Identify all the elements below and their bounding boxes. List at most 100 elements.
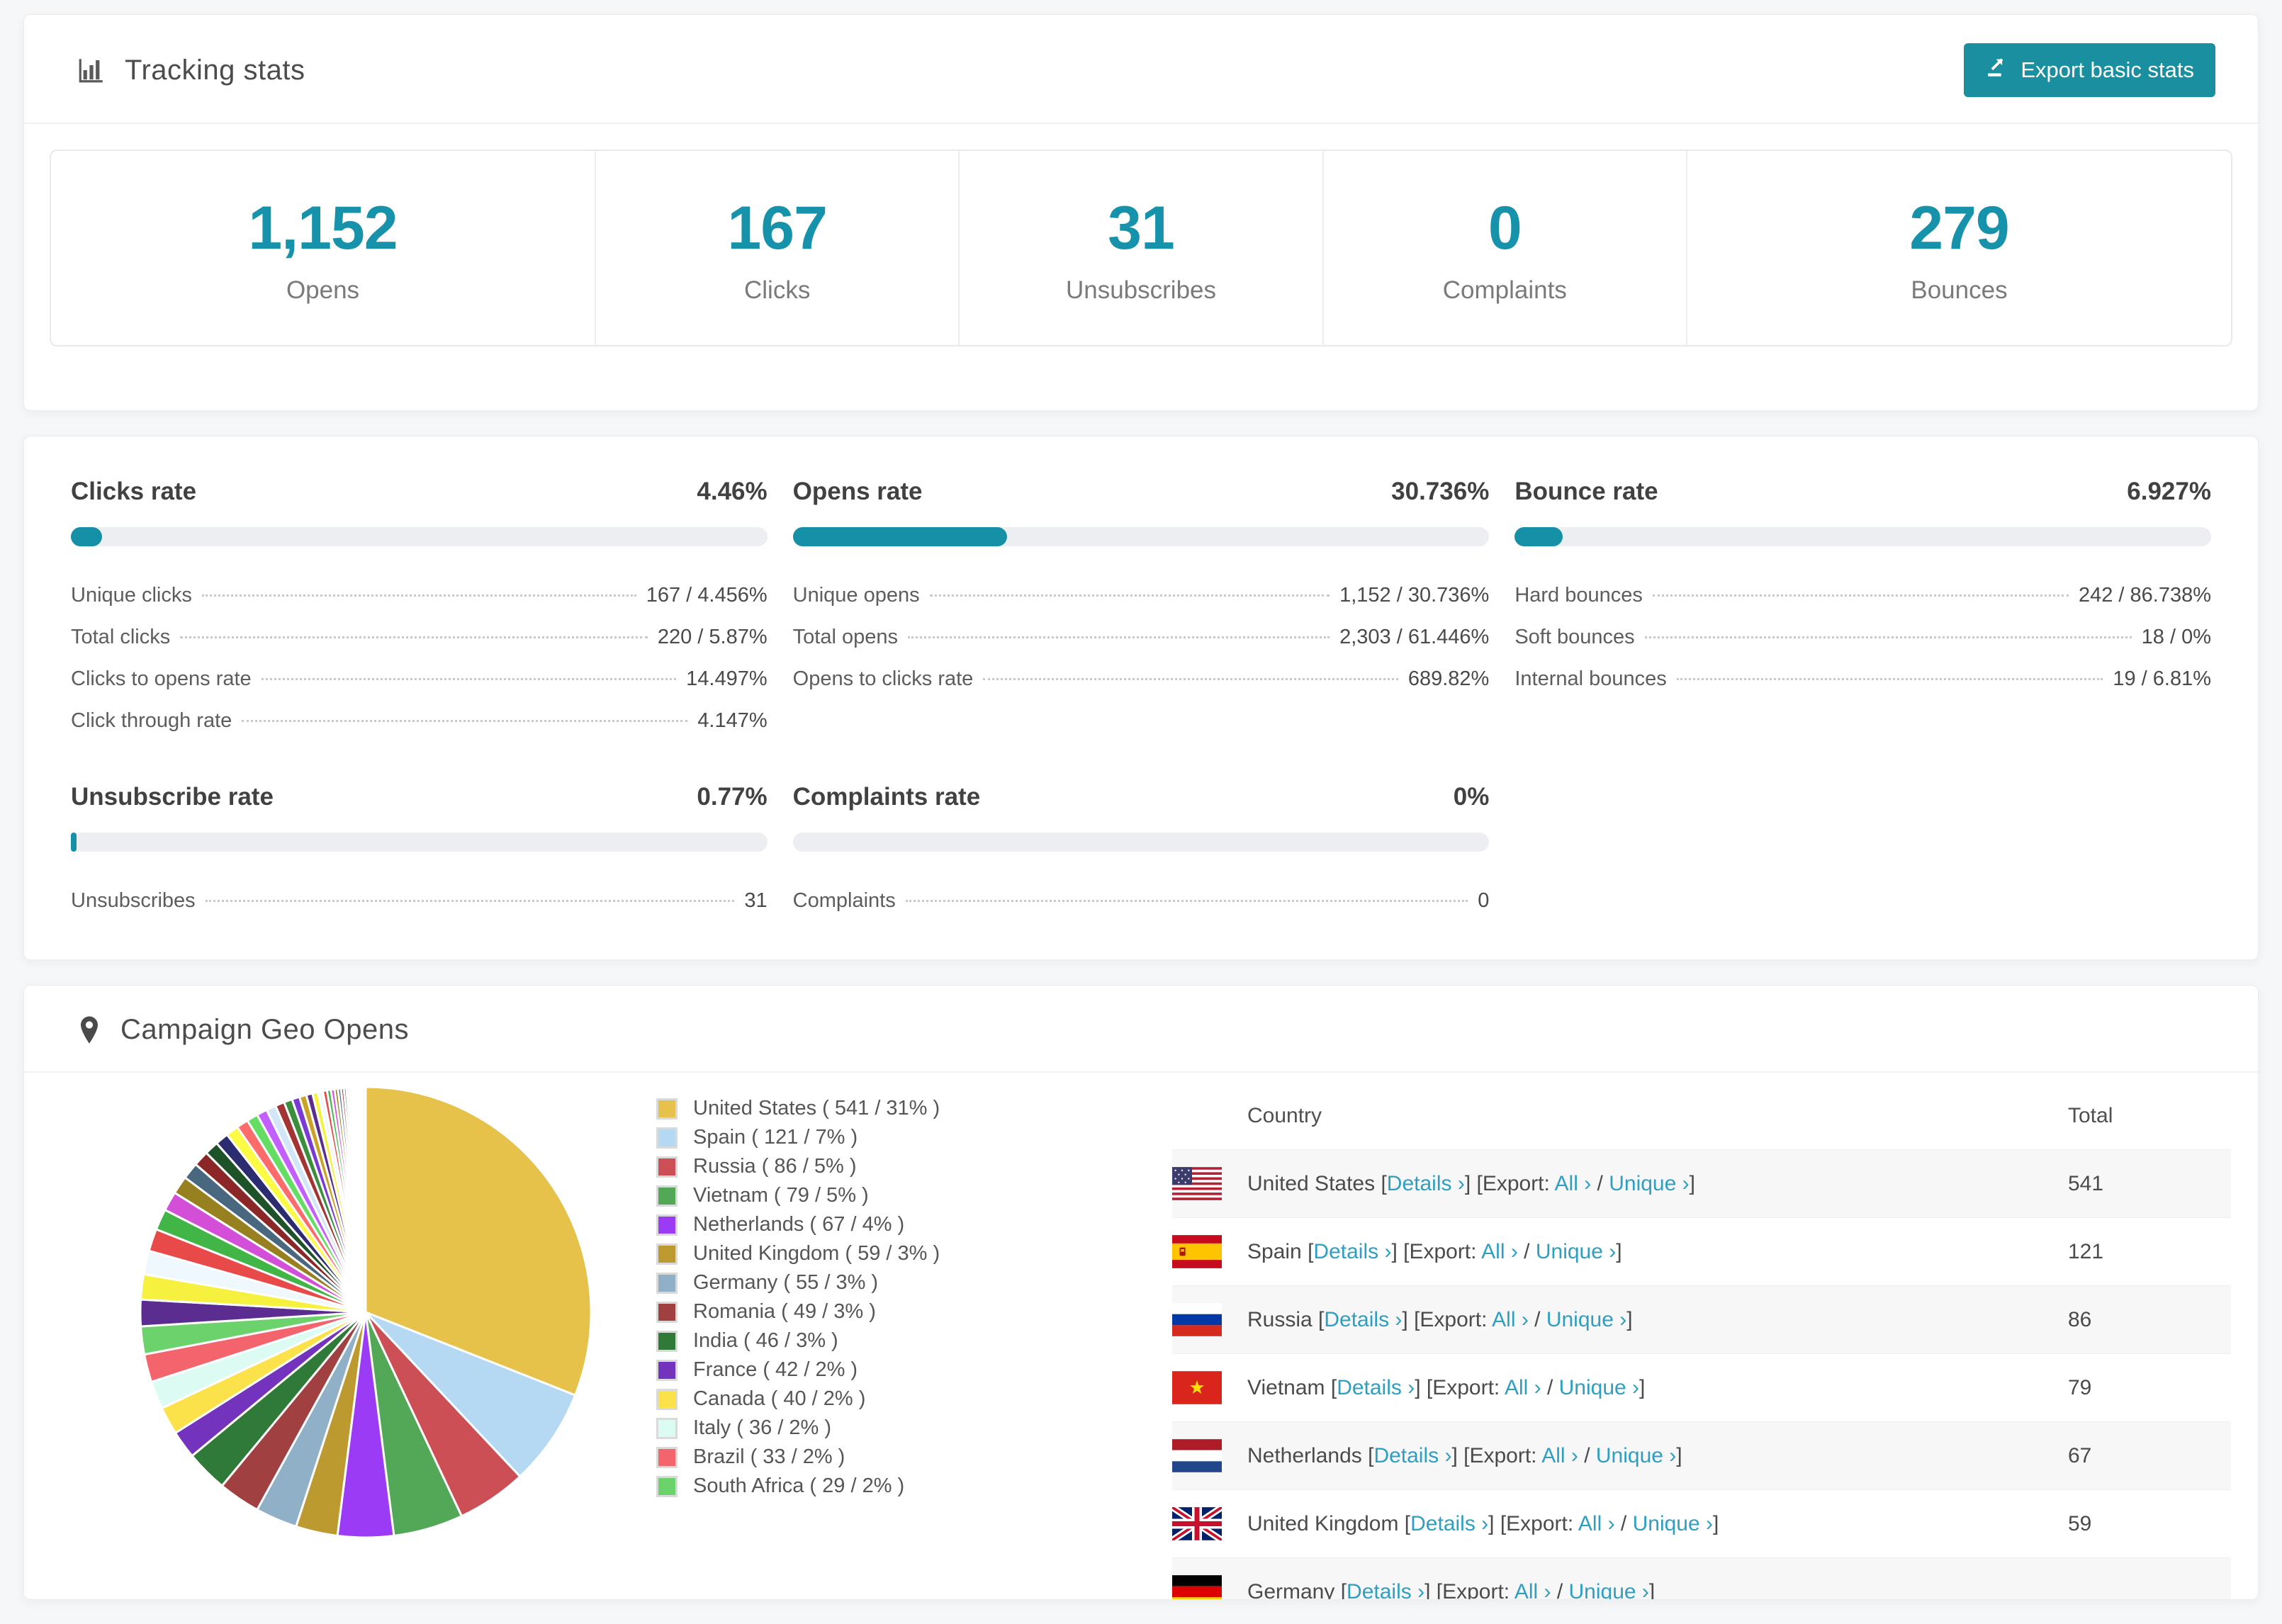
pie-legend: United States ( 541 / 31% ) Spain ( 121 /… <box>626 1073 1080 1501</box>
dotted-leader <box>201 594 636 597</box>
legend-label: Italy ( 36 / 2% ) <box>693 1416 832 1439</box>
export-icon <box>1985 55 2009 85</box>
stat-row: Unsubscribes 31 <box>71 880 768 922</box>
stat-complaints: 0 Complaints <box>1322 151 1686 345</box>
complaints-rate-progressbar <box>792 833 1490 852</box>
opens-rate-value: 30.736% <box>1391 478 1490 505</box>
export-all-link[interactable]: All › <box>1492 1308 1529 1331</box>
geo-title: Campaign Geo Opens <box>77 1014 409 1046</box>
stat-row: Click through rate 4.147% <box>71 700 768 742</box>
bar-chart-icon <box>77 55 106 85</box>
opens-label: Opens <box>286 276 360 304</box>
unsubscribe-rate-section: Unsubscribe rate 0.77% Unsubscribes 31 <box>71 783 768 922</box>
dotted-leader <box>1644 636 2132 638</box>
flag-ru-icon <box>1172 1303 1222 1336</box>
country-cell: Russia [Details ›] [Export: All › / Uniq… <box>1172 1303 2068 1336</box>
opens-rate-section: Opens rate 30.736% Unique opens 1,152 / 30… <box>792 478 1490 742</box>
legend-swatch <box>656 1359 678 1381</box>
complaints-rate-title: Complaints rate <box>792 783 981 811</box>
country-text: United Kingdom [Details ›] [Export: All … <box>1247 1511 1719 1535</box>
export-basic-stats-button[interactable]: Export basic stats <box>1964 43 2215 97</box>
export-unique-link[interactable]: Unique › <box>1546 1308 1626 1331</box>
stat-row-value: 242 / 86.738% <box>2078 584 2211 607</box>
details-link[interactable]: Details › <box>1410 1512 1488 1535</box>
unsubscribe-rate-progress-fill <box>71 833 77 852</box>
country-cell: Spain [Details ›] [Export: All › / Uniqu… <box>1172 1235 2068 1268</box>
details-link[interactable]: Details › <box>1347 1580 1424 1600</box>
geo-table-row: United Kingdom [Details ›] [Export: All … <box>1172 1489 2231 1557</box>
details-link[interactable]: Details › <box>1387 1172 1465 1195</box>
dotted-leader <box>907 636 1330 638</box>
stat-row-value: 0 <box>1478 889 1490 912</box>
export-all-link[interactable]: All › <box>1505 1376 1541 1399</box>
stat-row-label: Complaints <box>792 889 896 912</box>
legend-item: Russia ( 86 / 5% ) <box>656 1152 1080 1181</box>
legend-swatch <box>656 1417 678 1439</box>
total-cell: 86 <box>2068 1307 2092 1331</box>
legend-swatch <box>656 1098 678 1120</box>
header-divider <box>24 123 2258 124</box>
legend-item: India ( 46 / 3% ) <box>656 1326 1080 1355</box>
stat-row: Unique opens 1,152 / 30.736% <box>793 575 1490 616</box>
legend-swatch <box>656 1330 678 1352</box>
legend-item: Spain ( 121 / 7% ) <box>656 1123 1080 1152</box>
flag-nl-icon <box>1172 1439 1222 1472</box>
legend-label: Russia ( 86 / 5% ) <box>693 1155 857 1178</box>
stat-clicks: 167 Clicks <box>595 151 958 345</box>
details-link[interactable]: Details › <box>1313 1240 1391 1263</box>
stat-row-value: 4.147% <box>697 709 768 732</box>
unsubscribe-rate-progressbar <box>71 833 768 852</box>
stat-row-label: Unique clicks <box>71 584 192 607</box>
geo-table: Country Total United States [Details ›] … <box>1080 1073 2258 1600</box>
legend-label: South Africa ( 29 / 2% ) <box>693 1474 905 1497</box>
total-cell: 67 <box>2068 1443 2092 1467</box>
legend-label: Brazil ( 33 / 2% ) <box>693 1445 845 1468</box>
stat-row-label: Unique opens <box>792 584 920 607</box>
stat-unsubscribes: 31 Unsubscribes <box>958 151 1322 345</box>
clicks-label: Clicks <box>744 276 811 304</box>
details-link[interactable]: Details › <box>1324 1308 1402 1331</box>
dotted-leader <box>983 678 1398 680</box>
stat-row: Total opens 2,303 / 61.446% <box>793 616 1490 658</box>
stat-row-value: 18 / 0% <box>2141 626 2211 648</box>
export-all-link[interactable]: All › <box>1514 1580 1551 1600</box>
stat-row: Hard bounces 242 / 86.738% <box>1514 575 2211 616</box>
total-cell: 79 <box>2068 1375 2092 1399</box>
details-link[interactable]: Details › <box>1337 1376 1415 1399</box>
export-unique-link[interactable]: Unique › <box>1569 1580 1649 1600</box>
export-all-link[interactable]: All › <box>1541 1444 1578 1467</box>
stat-row-label: Total clicks <box>71 626 171 648</box>
stat-row: Unique clicks 167 / 4.456% <box>71 575 768 616</box>
clicks-rate-title: Clicks rate <box>71 478 197 505</box>
country-text: Germany [Details ›] [Export: All › / Uni… <box>1247 1580 1655 1600</box>
export-all-link[interactable]: All › <box>1555 1172 1592 1195</box>
legend-swatch <box>656 1301 678 1323</box>
legend-label: France ( 42 / 2% ) <box>693 1358 858 1381</box>
export-all-link[interactable]: All › <box>1578 1512 1615 1535</box>
legend-swatch <box>656 1127 678 1149</box>
country-text: Russia [Details ›] [Export: All › / Uniq… <box>1247 1307 1633 1331</box>
legend-item: Italy ( 36 / 2% ) <box>656 1414 1080 1443</box>
export-unique-link[interactable]: Unique › <box>1596 1444 1676 1467</box>
country-cell: United States [Details ›] [Export: All ›… <box>1172 1167 2068 1200</box>
stat-row: Opens to clicks rate 689.82% <box>793 658 1490 700</box>
legend-item: Romania ( 49 / 3% ) <box>656 1297 1080 1326</box>
export-unique-link[interactable]: Unique › <box>1536 1240 1616 1263</box>
export-all-link[interactable]: All › <box>1481 1240 1518 1263</box>
export-unique-link[interactable]: Unique › <box>1609 1172 1689 1195</box>
tracking-stats-title-text: Tracking stats <box>125 54 305 86</box>
opens-count: 1,152 <box>248 194 398 262</box>
legend-item: Germany ( 55 / 3% ) <box>656 1268 1080 1297</box>
tracking-stats-title: Tracking stats <box>77 55 305 86</box>
export-unique-link[interactable]: Unique › <box>1633 1512 1713 1535</box>
dotted-leader <box>205 900 735 902</box>
stat-row-value: 689.82% <box>1407 667 1490 690</box>
legend-item: United States ( 541 / 31% ) <box>656 1094 1080 1123</box>
stat-row-label: Unsubscribes <box>71 889 196 912</box>
total-cell: 121 <box>2068 1239 2104 1263</box>
tracking-stats-card: Tracking stats Export basic stats 1,152 … <box>23 14 2259 411</box>
export-unique-link[interactable]: Unique › <box>1559 1376 1639 1399</box>
unsubscribe-rate-title: Unsubscribe rate <box>71 783 274 811</box>
stat-row-label: Opens to clicks rate <box>792 667 974 690</box>
details-link[interactable]: Details › <box>1373 1444 1451 1467</box>
